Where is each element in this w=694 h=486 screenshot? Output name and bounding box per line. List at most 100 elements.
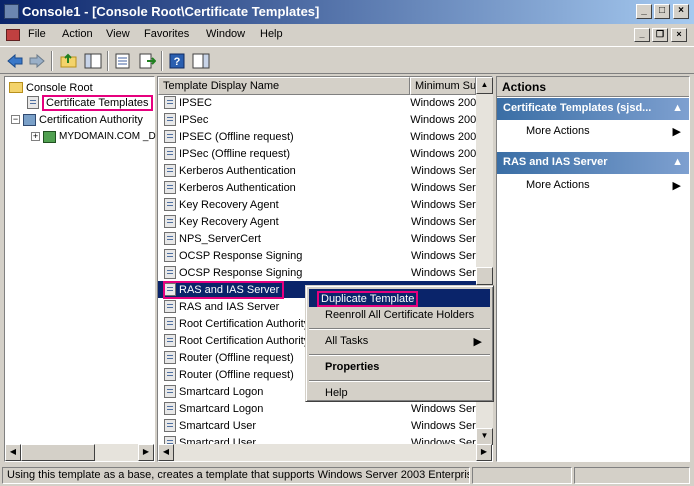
minimize-icon[interactable]: _ [636, 4, 652, 19]
expand-icon[interactable]: + [31, 132, 40, 141]
scroll-down-icon[interactable]: ▼ [476, 428, 493, 445]
title-bar: Console1 - [Console Root\Certificate Tem… [0, 0, 694, 24]
menu-action[interactable]: Action [62, 28, 93, 40]
properties-icon[interactable] [112, 50, 134, 72]
table-row[interactable]: OCSP Response Signing Windows Ser [158, 247, 476, 264]
table-row[interactable]: IPSEC Windows 200 [158, 95, 476, 111]
collapse-arrow-icon[interactable]: ▲ [672, 102, 683, 116]
back-icon[interactable] [4, 50, 26, 72]
menu-bar: File Action View Favorites Window Help _… [0, 24, 694, 46]
minimum-supported-ca: Windows Ser [411, 164, 476, 177]
up-folder-icon[interactable] [58, 50, 80, 72]
certificate-template-icon [164, 232, 176, 245]
context-menu: Duplicate Template Reenroll All Certific… [305, 285, 494, 402]
status-pane-3 [574, 467, 690, 484]
folder-icon [9, 82, 23, 93]
actions-header: Actions [497, 77, 689, 97]
table-row[interactable]: NPS_ServerCert Windows Ser [158, 230, 476, 247]
table-row[interactable]: Kerberos Authentication Windows Ser [158, 162, 476, 179]
tree-domain-node[interactable]: + MYDOMAIN.COM _D [31, 128, 156, 145]
collapse-icon[interactable]: − [11, 115, 20, 124]
menu-properties[interactable]: Properties [309, 359, 490, 377]
certificate-template-icon [164, 266, 176, 279]
scroll-thumb[interactable] [476, 267, 493, 285]
tree-label: Console Root [26, 81, 93, 94]
certificate-template-icon [164, 96, 176, 109]
menu-help[interactable]: Help [309, 385, 490, 403]
minimum-supported-ca: Windows 200 [410, 130, 476, 143]
template-name: IPSec (Offline request) [178, 147, 291, 160]
menu-label: Duplicate Template [317, 291, 419, 307]
certificate-template-icon [164, 147, 176, 160]
menu-reenroll-all[interactable]: Reenroll All Certificate Holders [309, 307, 490, 325]
action-label: More Actions [526, 125, 590, 137]
column-header-name[interactable]: Template Display Name [158, 77, 410, 95]
certificate-template-icon [164, 334, 176, 347]
table-row[interactable]: IPSec (Offline request) Windows 200 [158, 145, 476, 162]
maximize-icon[interactable]: □ [654, 4, 670, 19]
mmc-doc-icon[interactable] [6, 29, 20, 41]
scroll-right-icon[interactable]: ▶ [138, 444, 154, 461]
template-name: IPSEC (Offline request) [178, 130, 294, 143]
minimum-supported-ca: Windows 200 [410, 147, 476, 160]
actions-section-ras-ias[interactable]: RAS and IAS Server ▲ [497, 152, 689, 174]
status-bar: Using this template as a base, creates a… [0, 464, 694, 486]
certificate-template-icon [164, 215, 176, 228]
tree-label: Certificate Templates [42, 94, 153, 111]
submenu-arrow-icon: ▶ [473, 336, 482, 348]
close-icon[interactable]: × [673, 4, 689, 19]
menu-help[interactable]: Help [260, 28, 283, 40]
tree-horizontal-scrollbar[interactable]: ◀ ▶ [5, 444, 154, 461]
actions-section-certificate-templates[interactable]: Certificate Templates (sjsd... ▲ [497, 98, 689, 120]
minimum-supported-ca: Windows Ser [411, 266, 476, 279]
export-list-icon[interactable] [136, 50, 158, 72]
menu-all-tasks[interactable]: All Tasks ▶ [309, 333, 490, 351]
table-row[interactable]: IPSec Windows 200 [158, 111, 476, 128]
more-actions-ras-ias[interactable]: More Actions ▶ [497, 177, 689, 195]
table-row[interactable]: Smartcard User Windows Ser [158, 417, 476, 434]
menu-file[interactable]: File [28, 28, 46, 40]
scroll-thumb[interactable] [21, 444, 95, 461]
scroll-left-icon[interactable]: ◀ [158, 444, 174, 461]
menu-window[interactable]: Window [206, 28, 245, 40]
forward-icon[interactable] [26, 50, 48, 72]
mdi-restore-icon[interactable]: ❐ [652, 28, 668, 42]
status-text: Using this template as a base, creates a… [2, 467, 470, 484]
scroll-right-icon[interactable]: ▶ [476, 444, 492, 461]
show-hide-tree-icon[interactable] [82, 50, 104, 72]
minimum-supported-ca: Windows Ser [411, 215, 476, 228]
template-name: Smartcard Logon [179, 402, 264, 415]
certificate-template-icon [27, 96, 39, 109]
menu-view[interactable]: View [106, 28, 130, 40]
template-name: IPSec [178, 113, 209, 126]
list-horizontal-scrollbar[interactable]: ◀ ▶ [158, 444, 492, 461]
more-actions-certificate-templates[interactable]: More Actions ▶ [497, 123, 689, 141]
table-row[interactable]: OCSP Response Signing Windows Ser [158, 264, 476, 281]
menu-duplicate-template[interactable]: Duplicate Template [309, 289, 490, 307]
minimum-supported-ca: Windows Ser [411, 402, 476, 415]
table-row[interactable]: Key Recovery Agent Windows Ser [158, 213, 476, 230]
tree-certification-authority[interactable]: − Certification Authority [11, 111, 143, 128]
certificate-template-icon [164, 385, 176, 398]
certificate-template-icon [164, 198, 176, 211]
certificate-template-icon [164, 249, 176, 262]
certificate-template-icon [164, 113, 176, 126]
template-name: OCSP Response Signing [179, 249, 303, 262]
menu-label: All Tasks [325, 335, 369, 347]
table-row[interactable]: Key Recovery Agent Windows Ser [158, 196, 476, 213]
table-row[interactable]: IPSEC (Offline request) Windows 200 [158, 128, 476, 145]
mdi-minimize-icon[interactable]: _ [634, 28, 650, 42]
template-name: NPS_ServerCert [179, 232, 261, 245]
collapse-arrow-icon[interactable]: ▲ [672, 156, 683, 170]
table-row[interactable]: Kerberos Authentication Windows Ser [158, 179, 476, 196]
actions-pane: Actions Certificate Templates (sjsd... ▲… [496, 76, 690, 462]
certificate-template-icon [164, 300, 176, 313]
scroll-left-icon[interactable]: ◀ [5, 444, 21, 461]
help-icon[interactable]: ? [166, 50, 188, 72]
menu-favorites[interactable]: Favorites [144, 28, 189, 40]
column-header-minimum-support[interactable]: Minimum Sup [410, 77, 476, 95]
show-action-pane-icon[interactable] [190, 50, 212, 72]
mdi-close-icon[interactable]: × [671, 28, 687, 42]
tree-certificate-templates[interactable]: Certificate Templates [27, 94, 153, 111]
scroll-up-icon[interactable]: ▲ [476, 77, 493, 94]
